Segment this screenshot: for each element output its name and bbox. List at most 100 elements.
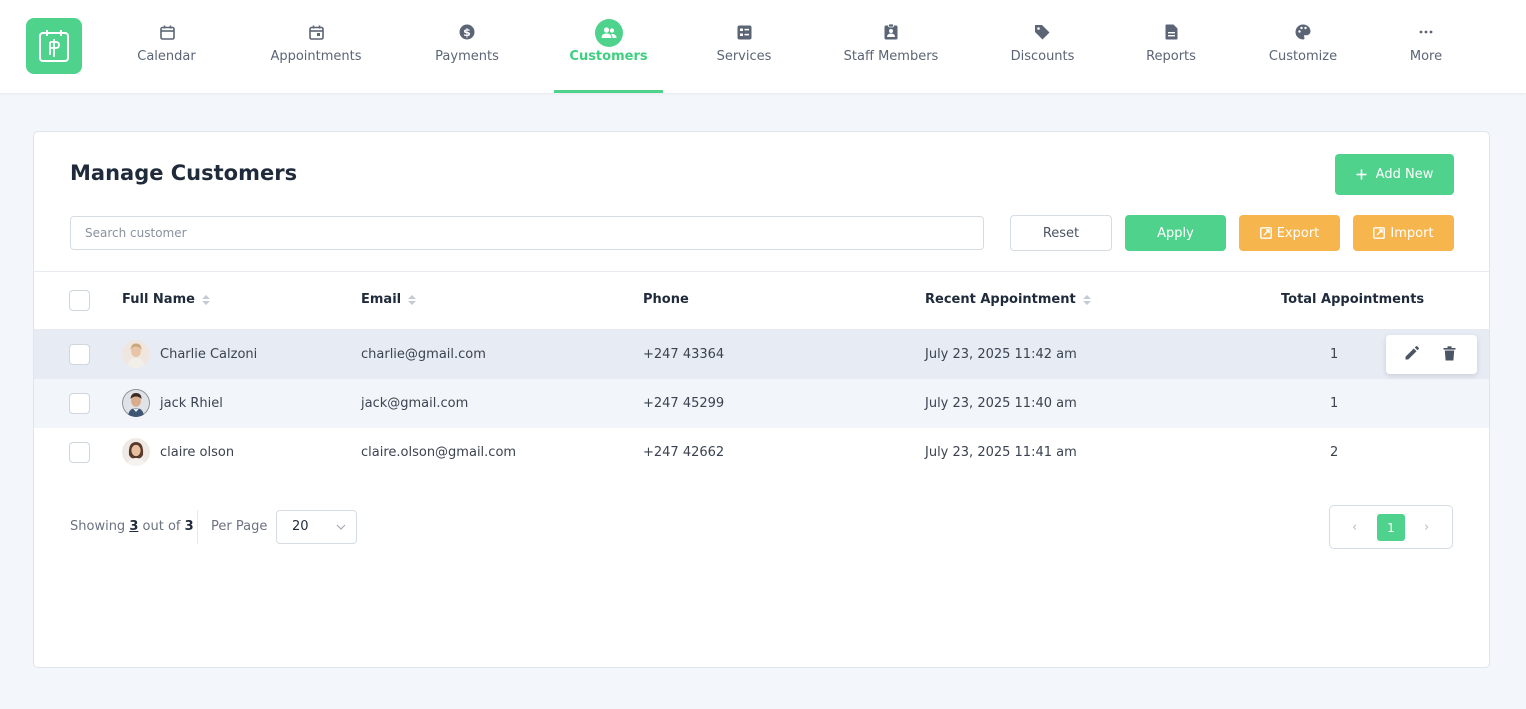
palette-icon [1293,22,1313,42]
customer-email: charlie@gmail.com [361,347,486,362]
appointment-icon [306,22,326,42]
nav-label: Appointments [270,49,362,64]
active-tab-indicator [554,90,663,93]
table-row[interactable]: claire olson claire.olson@gmail.com +247… [34,428,1489,477]
avatar [122,389,150,417]
customer-email: jack@gmail.com [361,396,469,411]
showing-out-of: out of [142,519,181,534]
nav-item-reports[interactable]: Reports [1142,0,1200,93]
reset-button[interactable]: Reset [1010,215,1112,251]
table-header: Full Name Email Phone Recent Appointment… [34,271,1489,330]
header-full-name-label: Full Name [122,292,195,307]
avatar [122,340,150,368]
pagination-next[interactable]: › [1424,520,1429,535]
nav-item-discounts[interactable]: Discounts [1006,0,1079,93]
recent-appointment: July 23, 2025 11:42 am [925,347,1077,362]
apply-label: Apply [1157,225,1194,241]
row-checkbox[interactable] [69,442,90,463]
edit-icon[interactable] [1404,346,1421,363]
row-checkbox[interactable] [69,393,90,414]
search-input[interactable] [70,216,984,250]
delete-icon[interactable] [1443,346,1460,363]
total-appointments: 1 [1330,347,1339,362]
total-appointments: 2 [1330,445,1339,460]
dollar-icon: $ [457,22,477,42]
showing-summary: Showing 3 out of 3 [70,519,194,534]
logo-icon [39,30,69,62]
recent-appointment: July 23, 2025 11:41 am [925,445,1077,460]
nav-label: More [1409,49,1443,64]
nav-label: Services [716,49,772,64]
reset-label: Reset [1042,225,1080,241]
customer-name: jack Rhiel [160,396,223,411]
nav-item-customers[interactable]: Customers [554,0,663,93]
app-logo[interactable] [26,18,82,74]
table-row[interactable]: jack Rhiel jack@gmail.com +247 45299 Jul… [34,379,1489,428]
nav-item-customize[interactable]: Customize [1264,0,1342,93]
pagination-prev[interactable]: ‹ [1352,520,1357,535]
avatar [122,438,150,466]
header-phone: Phone [643,292,689,307]
per-page-value: 20 [292,519,309,534]
apply-button[interactable]: Apply [1125,215,1226,251]
customer-name: Charlie Calzoni [160,347,258,362]
nav-item-staff-members[interactable]: Staff Members [838,0,944,93]
import-icon [1373,227,1386,239]
customers-card: Manage Customers Add New Reset Apply Exp… [33,131,1490,668]
header-email[interactable]: Email [361,292,417,307]
svg-text:$: $ [463,26,471,39]
header-total-appointments: Total Appointments [1281,292,1425,307]
header-full-name[interactable]: Full Name [122,292,210,307]
export-button[interactable]: Export [1239,215,1340,251]
import-label: Import [1390,225,1434,241]
nav-label: Staff Members [843,49,939,64]
per-page-select[interactable]: 20 [276,510,357,544]
customer-email: claire.olson@gmail.com [361,445,517,460]
import-button[interactable]: Import [1353,215,1454,251]
customers-icon [595,19,623,47]
nav-item-appointments[interactable]: Appointments [264,0,368,93]
recent-appointment: July 23, 2025 11:40 am [925,396,1077,411]
tag-icon [1032,22,1052,42]
pagination-page[interactable]: 1 [1377,514,1405,541]
chevron-down-icon [336,524,346,530]
nav-label: Customize [1268,49,1338,64]
showing-prefix: Showing [70,519,126,534]
header-recent-label: Recent Appointment [925,292,1076,307]
report-icon [1161,22,1181,42]
sort-icon [201,294,210,305]
nav-item-calendar[interactable]: Calendar [126,0,207,93]
sort-icon [1082,294,1091,305]
export-label: Export [1276,225,1320,241]
sort-icon [408,294,417,305]
row-checkbox[interactable] [69,344,90,365]
showing-total: 3 [184,519,194,534]
calendar-icon [157,22,177,42]
page-title: Manage Customers [70,161,298,185]
nav-item-payments[interactable]: $ Payments [430,0,504,93]
divider [197,510,198,544]
staff-icon [881,22,901,42]
export-icon [1259,227,1272,239]
plus-icon [1356,169,1367,180]
select-all-checkbox[interactable] [69,290,90,311]
per-page-label: Per Page [211,519,268,534]
nav-label: Discounts [1010,49,1075,64]
nav-label: Calendar [137,49,196,64]
table-row[interactable]: Charlie Calzoni charlie@gmail.com +247 4… [34,330,1489,379]
nav-item-services[interactable]: Services [712,0,776,93]
services-icon [734,22,754,42]
add-new-label: Add New [1375,167,1434,182]
pagination: ‹ 1 › [1329,505,1453,549]
nav-label: Reports [1146,49,1196,64]
customer-phone: +247 43364 [643,347,725,362]
header-recent-appointment[interactable]: Recent Appointment [925,292,1091,307]
showing-count: 3 [129,519,139,534]
nav-item-more[interactable]: More [1405,0,1447,93]
total-appointments: 1 [1330,396,1339,411]
customer-phone: +247 42662 [643,445,725,460]
add-new-button[interactable]: Add New [1335,154,1454,195]
customer-phone: +247 45299 [643,396,725,411]
top-navigation: Calendar Appointments $ Payments Custome… [0,0,1526,93]
nav-label: Payments [435,49,499,64]
